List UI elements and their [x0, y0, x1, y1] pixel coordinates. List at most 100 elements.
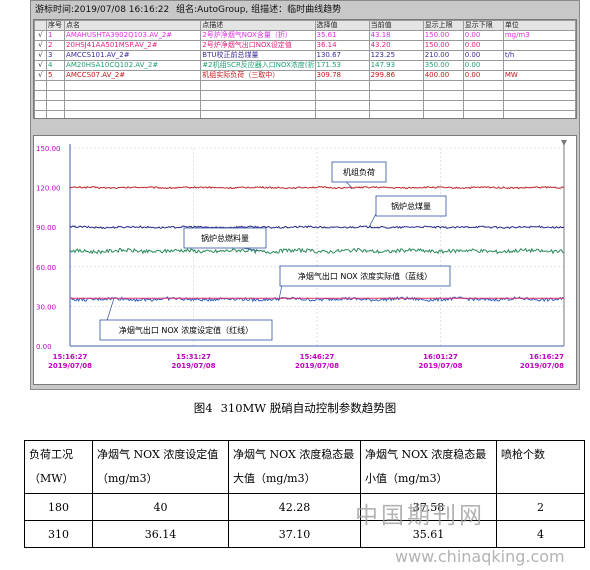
x-tick-time: 15:16:27	[53, 353, 88, 361]
col-header-check	[34, 20, 48, 31]
y-tick-label: 0.00	[36, 343, 52, 351]
pen-row-empty[interactable]	[34, 90, 576, 101]
pen-current-value: 43.18	[368, 30, 424, 41]
pen-empty-cell	[200, 100, 316, 111]
pen-table: 序号 点名 点描述 选择值 当前值 显示上限 显示下限 单位 √ 1 AMAHUSH…	[34, 20, 576, 118]
figure-number: 图4	[193, 401, 213, 415]
trend-chart-panel[interactable]: 150.00 120.00 90.00 60.00 30.00 0.00 15:16:27 2…	[33, 135, 577, 385]
watermark-cn: 中国期刊网	[355, 503, 485, 529]
pen-empty-cell	[34, 90, 48, 101]
col-header-desc[interactable]: 点描述	[200, 20, 316, 31]
pen-row-empty[interactable]	[34, 80, 576, 91]
pen-display-max: 150.00	[422, 40, 464, 51]
x-tick-time: 15:46:27	[300, 353, 335, 361]
pen-empty-cell	[314, 110, 370, 118]
pen-empty-cell	[368, 100, 424, 111]
pen-empty-cell	[34, 100, 48, 111]
x-tick-time: 15:31:27	[176, 353, 211, 361]
pen-row-empty[interactable]	[34, 110, 576, 118]
pen-tag: AMCCS07.AV_2#	[64, 70, 202, 81]
pen-display-min: 0.00	[462, 70, 504, 81]
summary-cell: 310	[24, 520, 93, 548]
trend-chart[interactable]: 150.00120.0090.0060.0030.000.0015:16:272…	[34, 136, 576, 384]
col-header-current[interactable]: 当前值	[368, 20, 424, 31]
pen-empty-cell	[422, 80, 464, 91]
col-header-selected[interactable]: 选择值	[314, 20, 370, 31]
pen-display-max: 350.00	[422, 60, 464, 71]
pen-display-min: 0.00	[462, 40, 504, 51]
pen-display-min: 0.00	[462, 30, 504, 41]
pen-description: #2机组SCR反应器入口NOX浓度(折…	[200, 60, 316, 71]
summary-row: 310 36.14 37.10 35.61 4	[24, 520, 585, 548]
summary-table: 负荷工况（MW） 净烟气 NOX 浓度设定值（mg/m3） 净烟气 NOX 浓度…	[24, 440, 585, 548]
pen-row[interactable]: √ 5 AMCCS07.AV_2# 机组实际负荷（三取中） 309.78 299.86 40…	[34, 70, 576, 81]
col-header-no[interactable]: 序号	[46, 20, 66, 31]
pen-unit: MW	[502, 70, 576, 81]
pen-number: 3	[46, 50, 66, 61]
pen-selected-value: 130.67	[314, 50, 370, 61]
pen-empty-cell	[422, 90, 464, 101]
x-tick-date: 2019/07/08	[48, 362, 92, 370]
pen-selected-value: 171.53	[314, 60, 370, 71]
col-header-tag[interactable]: 点名	[64, 20, 202, 31]
pen-description: 2号炉净烟气NOX含量（折）	[200, 30, 316, 41]
col-header-unit[interactable]: 单位	[502, 20, 576, 31]
pen-empty-cell	[368, 110, 424, 118]
pen-unit: t/h	[502, 50, 576, 61]
x-tick-time: 16:01:27	[423, 353, 458, 361]
pen-current-value: 147.93	[368, 60, 424, 71]
pen-unit: mg/m3	[502, 30, 576, 41]
summary-cell: 2	[496, 493, 585, 521]
pen-tag: 20HSJ41AA501MSP.AV_2#	[64, 40, 202, 51]
pen-empty-cell	[64, 80, 202, 91]
pen-visible-checkbox[interactable]: √	[34, 40, 48, 51]
pen-empty-cell	[46, 100, 66, 111]
pen-empty-cell	[502, 80, 576, 91]
x-tick-time: 16:16:27	[529, 353, 564, 361]
pen-display-max: 400.00	[422, 70, 464, 81]
x-tick-date: 2019/07/08	[520, 362, 564, 370]
group-name-label: 组名:	[176, 5, 198, 15]
pen-empty-cell	[462, 80, 504, 91]
summary-cell: 36.14	[92, 520, 229, 548]
pen-current-value: 43.20	[368, 40, 424, 51]
pen-row-empty[interactable]	[34, 100, 576, 111]
col-header-max[interactable]: 显示上限	[422, 20, 464, 31]
pen-empty-cell	[422, 110, 464, 118]
pen-number: 4	[46, 60, 66, 71]
pen-empty-cell	[502, 90, 576, 101]
pen-row[interactable]: √ 4 AM20HSA10CQ102.AV_2# #2机组SCR反应器入口NOX浓度(…	[34, 60, 576, 71]
pen-visible-checkbox[interactable]: √	[34, 50, 48, 61]
pen-tag: AMCCS101.AV_2#	[64, 50, 202, 61]
x-tick-date: 2019/07/08	[171, 362, 215, 370]
pen-row[interactable]: √ 3 AMCCS101.AV_2# BTU校正前总煤量 130.67 123.25 210…	[34, 50, 576, 61]
pen-unit	[502, 40, 576, 51]
pen-display-max: 150.00	[422, 30, 464, 41]
pen-empty-cell	[368, 90, 424, 101]
pen-current-value: 123.25	[368, 50, 424, 61]
pen-selected-value: 36.14	[314, 40, 370, 51]
summary-header-guns: 喷枪个数	[496, 440, 585, 494]
pen-empty-cell	[314, 90, 370, 101]
summary-header-row: 负荷工况（MW） 净烟气 NOX 浓度设定值（mg/m3） 净烟气 NOX 浓度…	[24, 440, 585, 494]
pen-description: 机组实际负荷（三取中）	[200, 70, 316, 81]
cursor-header: 游标时间:2019/07/08 16:16:22 组名:AutoGroup, 组…	[33, 3, 577, 17]
y-tick-label: 150.00	[36, 145, 61, 153]
cursor-marker	[561, 140, 567, 146]
pen-tag: AM20HSA10CQ102.AV_2#	[64, 60, 202, 71]
col-header-min[interactable]: 显示下限	[462, 20, 504, 31]
callout-label: 净烟气出口 NOX 浓度实际值（蓝线）	[298, 271, 432, 281]
summary-header-min: 净烟气 NOX 浓度稳态最小值（mg/m3）	[360, 440, 497, 494]
pen-visible-checkbox[interactable]: √	[34, 60, 48, 71]
callout-label: 净烟气出口 NOX 浓度设定值（红线）	[119, 325, 253, 335]
pen-visible-checkbox[interactable]: √	[34, 70, 48, 81]
trend-window: 游标时间:2019/07/08 16:16:22 组名:AutoGroup, 组…	[30, 0, 580, 390]
pen-row[interactable]: √ 1 AMAHUSHTA3902Q103.AV_2# 2号炉净烟气NOX含量（折） 3…	[34, 30, 576, 41]
pen-empty-cell	[200, 80, 316, 91]
y-tick-label: 30.00	[36, 303, 56, 311]
pen-unit	[502, 60, 576, 71]
pen-row[interactable]: √ 2 20HSJ41AA501MSP.AV_2# 2号炉净烟气出口NOX设定值 36.…	[34, 40, 576, 51]
pen-visible-checkbox[interactable]: √	[34, 30, 48, 41]
pen-empty-cell	[462, 90, 504, 101]
pen-empty-cell	[314, 80, 370, 91]
